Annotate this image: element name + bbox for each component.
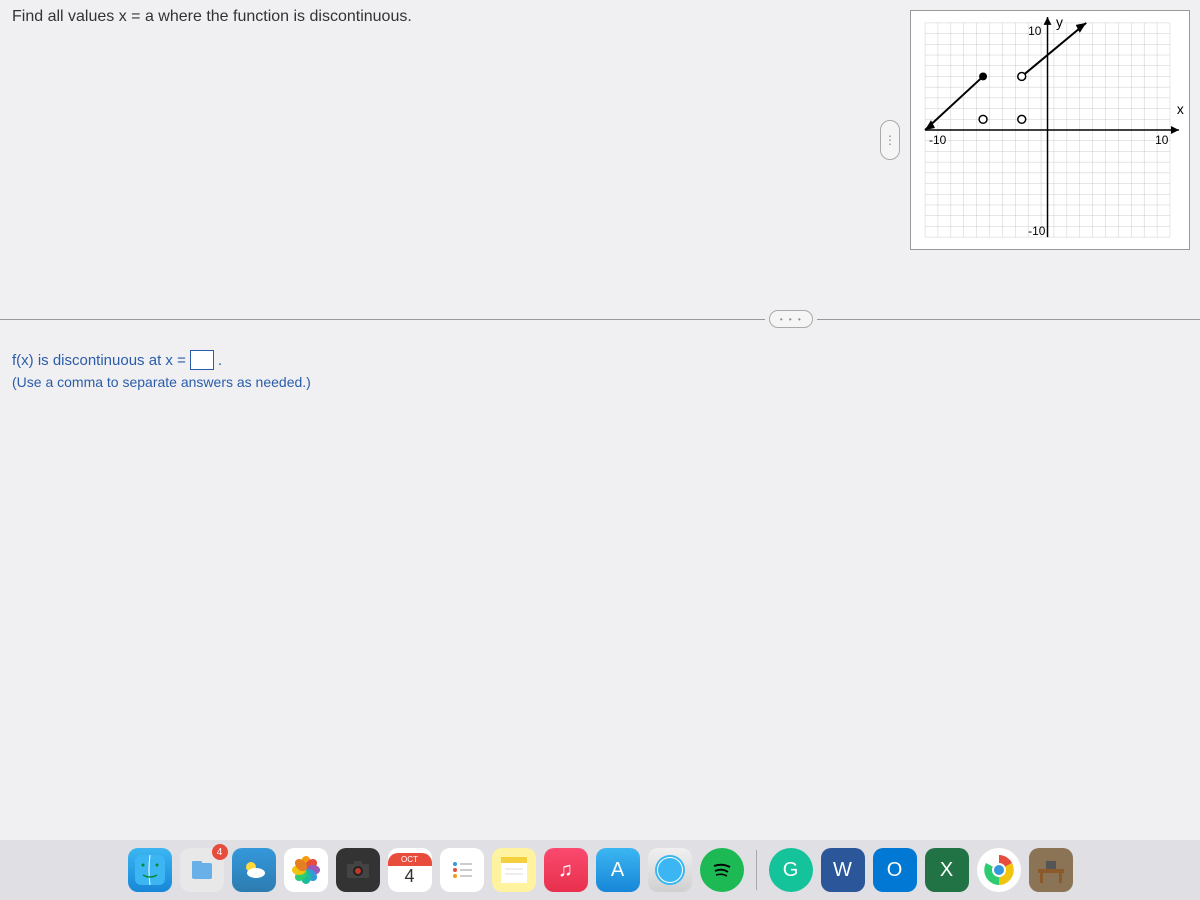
spotify-icon[interactable] [700,848,744,892]
dock-separator [756,850,757,890]
x-pos-tick: 10 [1155,133,1169,147]
weather-icon[interactable] [232,848,276,892]
files-badge: 4 [212,844,228,860]
outlook-icon[interactable]: O [873,848,917,892]
calendar-day: 4 [404,866,414,887]
answer-prompt-prefix: f(x) is discontinuous at x = [12,352,186,369]
calendar-icon[interactable]: OCT 4 [388,848,432,892]
y-neg-tick: -10 [1028,224,1046,238]
answer-prompt-suffix: . [218,352,222,369]
photos-icon[interactable] [284,848,328,892]
x-axis-label: x [1177,101,1184,117]
divider-expand-pill[interactable] [769,310,813,328]
safari-icon[interactable] [648,848,692,892]
answer-input[interactable] [190,350,214,370]
appstore-icon[interactable]: A [596,848,640,892]
photobooth-icon[interactable] [336,848,380,892]
music-icon[interactable]: ♫ [544,848,588,892]
grammarly-icon[interactable]: G [769,848,813,892]
x-neg-tick: -10 [929,133,947,147]
answer-hint: (Use a comma to separate answers as need… [12,374,311,390]
function-graph: x y 10 -10 -10 10 [911,11,1189,249]
reminders-icon[interactable] [440,848,484,892]
graph-expand-handle[interactable] [880,120,900,160]
y-axis-label: y [1056,14,1063,30]
y-pos-tick: 10 [1028,24,1042,38]
word-icon[interactable]: W [821,848,865,892]
desk-icon[interactable] [1029,848,1073,892]
macos-dock: 4 OCT 4 ♫ A G W O X [0,840,1200,900]
files-icon[interactable]: 4 [180,848,224,892]
finder-icon[interactable] [128,848,172,892]
notes-icon[interactable] [492,848,536,892]
chrome-icon[interactable] [977,848,1021,892]
calendar-month: OCT [388,853,432,866]
question-panel: Find all values x = a where the function… [0,0,1200,840]
section-divider [0,310,1200,328]
excel-icon[interactable]: X [925,848,969,892]
answer-section: f(x) is discontinuous at x = . (Use a co… [12,350,311,390]
graph-container: x y 10 -10 -10 10 [910,10,1190,250]
